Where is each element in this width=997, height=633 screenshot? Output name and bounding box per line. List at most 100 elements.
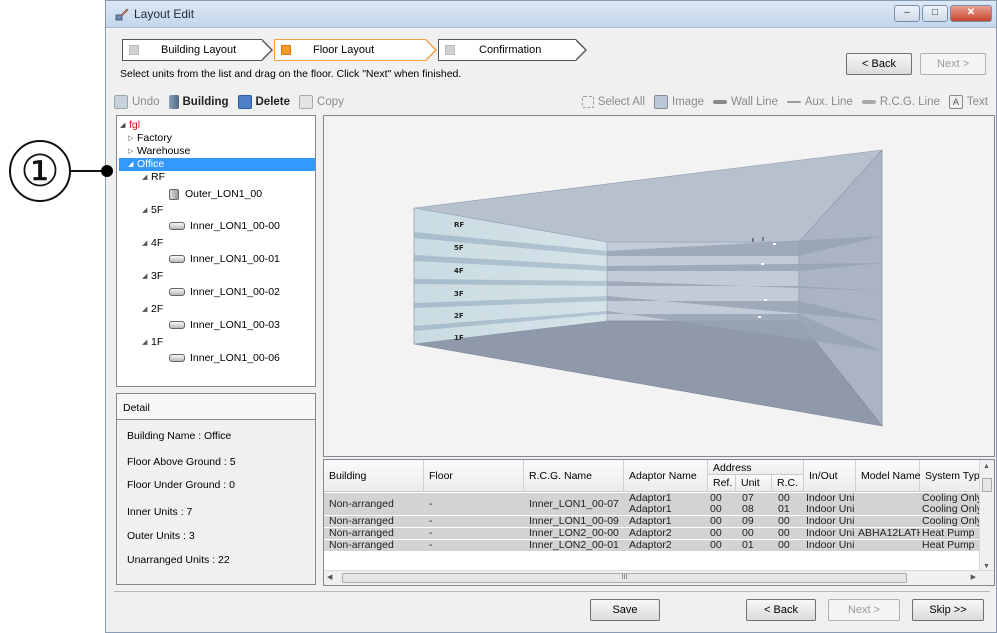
col-header-unit[interactable]: Unit: [736, 475, 772, 492]
tree-item-floor-3f[interactable]: ◢ 3F: [142, 270, 163, 283]
expand-down-icon: ◢: [120, 122, 126, 129]
save-button[interactable]: Save: [590, 599, 660, 621]
col-header-adaptor-name[interactable]: Adaptor Name: [624, 460, 708, 492]
horizontal-scrollbar[interactable]: ◀ III ▶: [324, 570, 994, 585]
tree-item-unit[interactable]: Inner_LON1_00-00: [169, 218, 280, 234]
building-3d-view[interactable]: RF 5F 4F 3F 2F 1F: [323, 115, 995, 457]
delete-button[interactable]: Delete: [237, 95, 290, 109]
detail-floor-under-ground: Floor Under Ground : 0: [127, 479, 235, 491]
tree-item-unit[interactable]: Outer_LON1_00: [169, 186, 262, 202]
col-header-ref[interactable]: Ref.: [708, 475, 736, 492]
wizard-steps: Building Layout Floor Layout Confirmatio…: [122, 39, 587, 61]
tree-item-label: Inner_LON1_00-00: [190, 219, 280, 232]
detail-outer-units: Outer Units : 3: [127, 530, 195, 542]
building-label: Building: [182, 96, 229, 108]
callout-dot: [101, 165, 113, 177]
wall-line-icon: [713, 100, 727, 104]
tree-item-label: Outer_LON1_00: [185, 187, 263, 200]
undo-button[interactable]: Undo: [114, 95, 160, 109]
skip-button[interactable]: Skip >>: [912, 599, 984, 621]
title-bar: Layout Edit – □ ✕: [106, 1, 996, 28]
expand-down-icon: ◢: [142, 306, 148, 313]
cell-model: ABHA12LATH: [858, 528, 920, 539]
wall-line-button[interactable]: Wall Line: [713, 95, 778, 109]
header-back-button[interactable]: < Back: [846, 53, 912, 75]
tree-item-floor-4f[interactable]: ◢ 4F: [142, 237, 163, 250]
tree-item-label: 1F: [151, 336, 164, 348]
col-header-floor[interactable]: Floor: [424, 460, 524, 492]
col-header-rcg-name[interactable]: R.C.G. Name: [524, 460, 624, 492]
vertical-scrollbar[interactable]: ▲ ▼: [979, 460, 994, 572]
copy-button[interactable]: Copy: [299, 95, 344, 109]
scroll-right-icon[interactable]: ▶: [971, 573, 976, 581]
indoor-unit-icon: [169, 222, 185, 230]
cell-system-type: Cooling Only: [922, 516, 983, 527]
building-button[interactable]: Building: [168, 95, 229, 109]
scroll-up-icon[interactable]: ▲: [983, 463, 990, 470]
scrollbar-thumb[interactable]: III: [342, 573, 907, 583]
col-header-label: Address: [713, 462, 752, 474]
step-confirmation: Confirmation: [438, 39, 587, 61]
step-label: Floor Layout: [313, 44, 375, 56]
rcg-line-button[interactable]: R.C.G. Line: [861, 95, 940, 109]
col-header-building[interactable]: Building: [324, 460, 424, 492]
cell-rc: 00: [778, 516, 790, 527]
tree-item-unit[interactable]: Inner_LON1_00-06: [169, 350, 280, 366]
callout-label: ①: [20, 145, 60, 197]
image-button[interactable]: Image: [654, 95, 704, 109]
tree-item-floor-rf[interactable]: ◢ RF: [142, 171, 165, 184]
tree-item-office[interactable]: ◢ Office: [119, 158, 315, 171]
text-icon: A: [948, 95, 963, 109]
tree-item-floor-1f[interactable]: ◢ 1F: [142, 336, 163, 349]
col-header-label: Model Name: [861, 470, 921, 482]
tree-item-factory[interactable]: ▷ Factory: [128, 132, 172, 145]
close-button[interactable]: ✕: [950, 5, 992, 22]
cell-in-out: Indoor Uni: [806, 504, 855, 515]
col-header-label: Building: [329, 470, 367, 482]
expand-down-icon: ◢: [142, 207, 148, 214]
col-header-label: Unit: [741, 477, 760, 489]
header-next-button[interactable]: Next >: [920, 53, 986, 75]
tree-root[interactable]: ◢ fgl: [120, 119, 140, 132]
floor-label-3f: 3F: [454, 290, 464, 298]
col-header-label: Adaptor Name: [629, 470, 697, 482]
callout-marker: ①: [9, 140, 71, 202]
tree-item-unit[interactable]: Inner_LON1_00-01: [169, 251, 280, 267]
minimize-button[interactable]: –: [894, 5, 920, 22]
maximize-button[interactable]: □: [922, 5, 948, 22]
scroll-left-icon[interactable]: ◀: [327, 573, 332, 581]
layout-edit-window: Layout Edit – □ ✕ Building Layout Floor …: [105, 0, 997, 633]
step-indicator-active: [281, 45, 291, 55]
col-header-model-name[interactable]: Model Name: [856, 460, 921, 492]
text-button[interactable]: A Text: [948, 95, 988, 109]
tree-item-label: Inner_LON1_00-01: [190, 252, 280, 265]
next-button[interactable]: Next >: [828, 599, 900, 621]
tree-item-floor-2f[interactable]: ◢ 2F: [142, 303, 163, 316]
col-header-label: Ref.: [713, 477, 733, 489]
indoor-unit-icon: [169, 255, 185, 263]
scrollbar-thumb[interactable]: [982, 478, 992, 492]
tree-item-label: 2F: [151, 303, 164, 315]
window-title: Layout Edit: [134, 7, 195, 21]
layout-edit-app-icon: [114, 6, 130, 22]
unit-marker: [764, 299, 767, 301]
col-header-in-out[interactable]: In/Out: [804, 460, 856, 492]
cell-ref: 00: [710, 540, 722, 551]
col-header-rc[interactable]: R.C.: [772, 475, 804, 492]
scroll-down-icon[interactable]: ▼: [983, 563, 990, 570]
back-button[interactable]: < Back: [746, 599, 816, 621]
building-3d-model: RF 5F 4F 3F 2F 1F: [413, 149, 883, 427]
tree-item-floor-5f[interactable]: ◢ 5F: [142, 204, 163, 217]
select-all-button[interactable]: Select All: [581, 95, 645, 109]
undo-icon: [114, 95, 128, 109]
aux-line-icon: [786, 101, 801, 103]
cell-in-out: Indoor Uni: [806, 540, 855, 551]
aux-line-button[interactable]: Aux. Line: [786, 95, 853, 109]
tree-item-label: Office: [137, 158, 165, 170]
tree-item-unit[interactable]: Inner_LON1_00-03: [169, 317, 280, 333]
tree-item-warehouse[interactable]: ▷ Warehouse: [128, 145, 190, 158]
cell-system-type: Cooling Only: [922, 493, 983, 504]
tree-item-unit[interactable]: Inner_LON1_00-02: [169, 284, 280, 300]
cell-rc: 00: [778, 528, 790, 539]
aux-line-label: Aux. Line: [804, 96, 853, 108]
